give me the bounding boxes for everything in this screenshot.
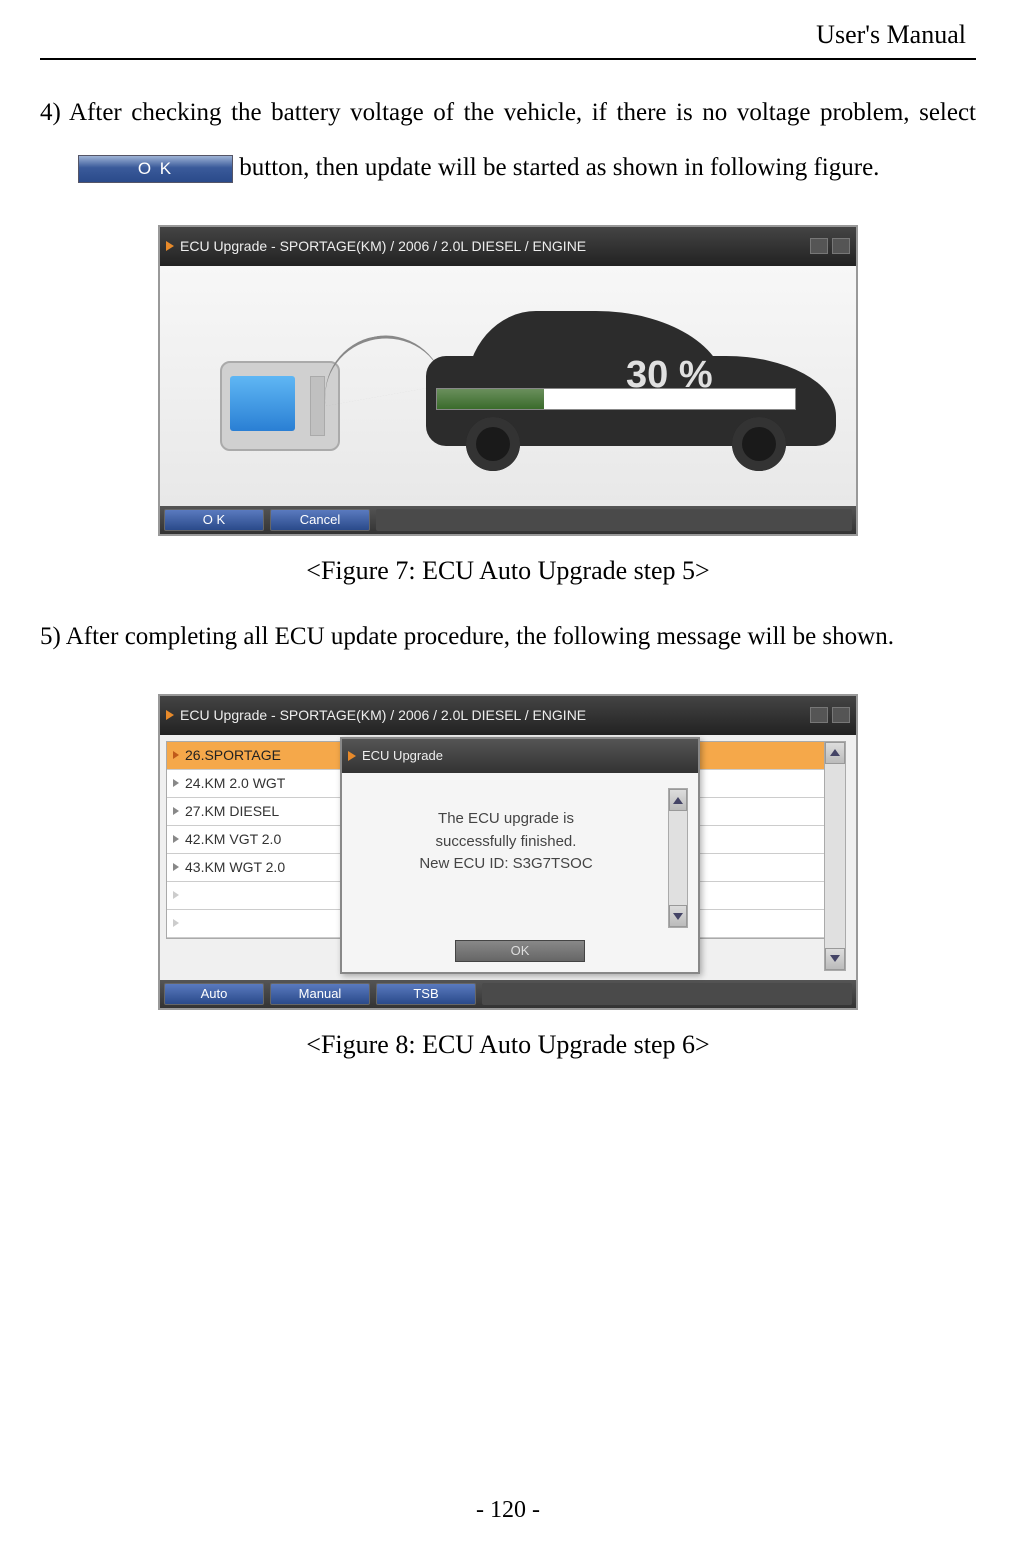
page-number: - 120 - (0, 1497, 1016, 1524)
figure-7: ECU Upgrade - SPORTAGE(KM) / 2006 / 2.0L… (158, 225, 858, 536)
scroll-up-button[interactable] (825, 742, 845, 764)
step-5: 5) After completing all ECU update proce… (40, 609, 976, 664)
progress-bar (436, 388, 796, 410)
tsb-button[interactable]: TSB (376, 983, 476, 1005)
step-5-label: 5) (40, 623, 66, 650)
popup-ok-button[interactable]: OK (455, 940, 585, 962)
figure-7-titlebar: ECU Upgrade - SPORTAGE(KM) / 2006 / 2.0L… (160, 227, 856, 266)
auto-button[interactable]: Auto (164, 983, 264, 1005)
triangle-icon (166, 241, 174, 251)
manual-button[interactable]: Manual (270, 983, 370, 1005)
popup-scrollbar[interactable] (668, 788, 688, 928)
figure-8-caption: <Figure 8: ECU Auto Upgrade step 6> (40, 1016, 976, 1073)
titlebar-icon-1[interactable] (810, 707, 828, 723)
step-4: 4) After checking the battery voltage of… (40, 85, 976, 195)
page-header: User's Manual (40, 20, 976, 60)
triangle-icon (348, 751, 356, 761)
popup-message: The ECU upgrade is successfully finished… (352, 788, 660, 928)
figure-7-title-text: ECU Upgrade - SPORTAGE(KM) / 2006 / 2.0L… (180, 231, 586, 262)
step-4-text-before: After checking the battery voltage of th… (69, 99, 976, 126)
cancel-button[interactable]: Cancel (270, 509, 370, 531)
ok-button[interactable]: O K (164, 509, 264, 531)
scroll-up-button[interactable] (669, 789, 687, 811)
car-icon: 30 % (426, 296, 836, 466)
titlebar-icon-2[interactable] (832, 707, 850, 723)
figure-8-bottom-bar: Auto Manual TSB (160, 980, 856, 1008)
chevron-down-icon (830, 955, 840, 962)
ok-button-inline[interactable]: O K (78, 155, 233, 183)
titlebar-icon-1[interactable] (810, 238, 828, 254)
chevron-up-icon (830, 749, 840, 756)
diagnostic-device-icon (190, 346, 360, 466)
scrollbar[interactable] (824, 741, 846, 971)
chevron-down-icon (673, 913, 683, 920)
figure-8-title-text: ECU Upgrade - SPORTAGE(KM) / 2006 / 2.0L… (180, 700, 586, 731)
scroll-down-button[interactable] (669, 905, 687, 927)
figure-7-caption: <Figure 7: ECU Auto Upgrade step 5> (40, 542, 976, 599)
titlebar-icon-2[interactable] (832, 238, 850, 254)
scroll-down-button[interactable] (825, 948, 845, 970)
figure-7-bottom-bar: O K Cancel (160, 506, 856, 534)
triangle-icon (166, 710, 174, 720)
step-4-text-after: button, then update will be started as s… (239, 154, 879, 181)
step-4-label: 4) (40, 99, 69, 126)
figure-8: ECU Upgrade - SPORTAGE(KM) / 2006 / 2.0L… (158, 694, 858, 1010)
step-5-text: After completing all ECU update procedur… (66, 623, 894, 650)
figure-8-titlebar: ECU Upgrade - SPORTAGE(KM) / 2006 / 2.0L… (160, 696, 856, 735)
success-popup: ECU Upgrade The ECU upgrade is successfu… (340, 737, 700, 975)
chevron-up-icon (673, 797, 683, 804)
popup-title-text: ECU Upgrade (362, 742, 443, 771)
